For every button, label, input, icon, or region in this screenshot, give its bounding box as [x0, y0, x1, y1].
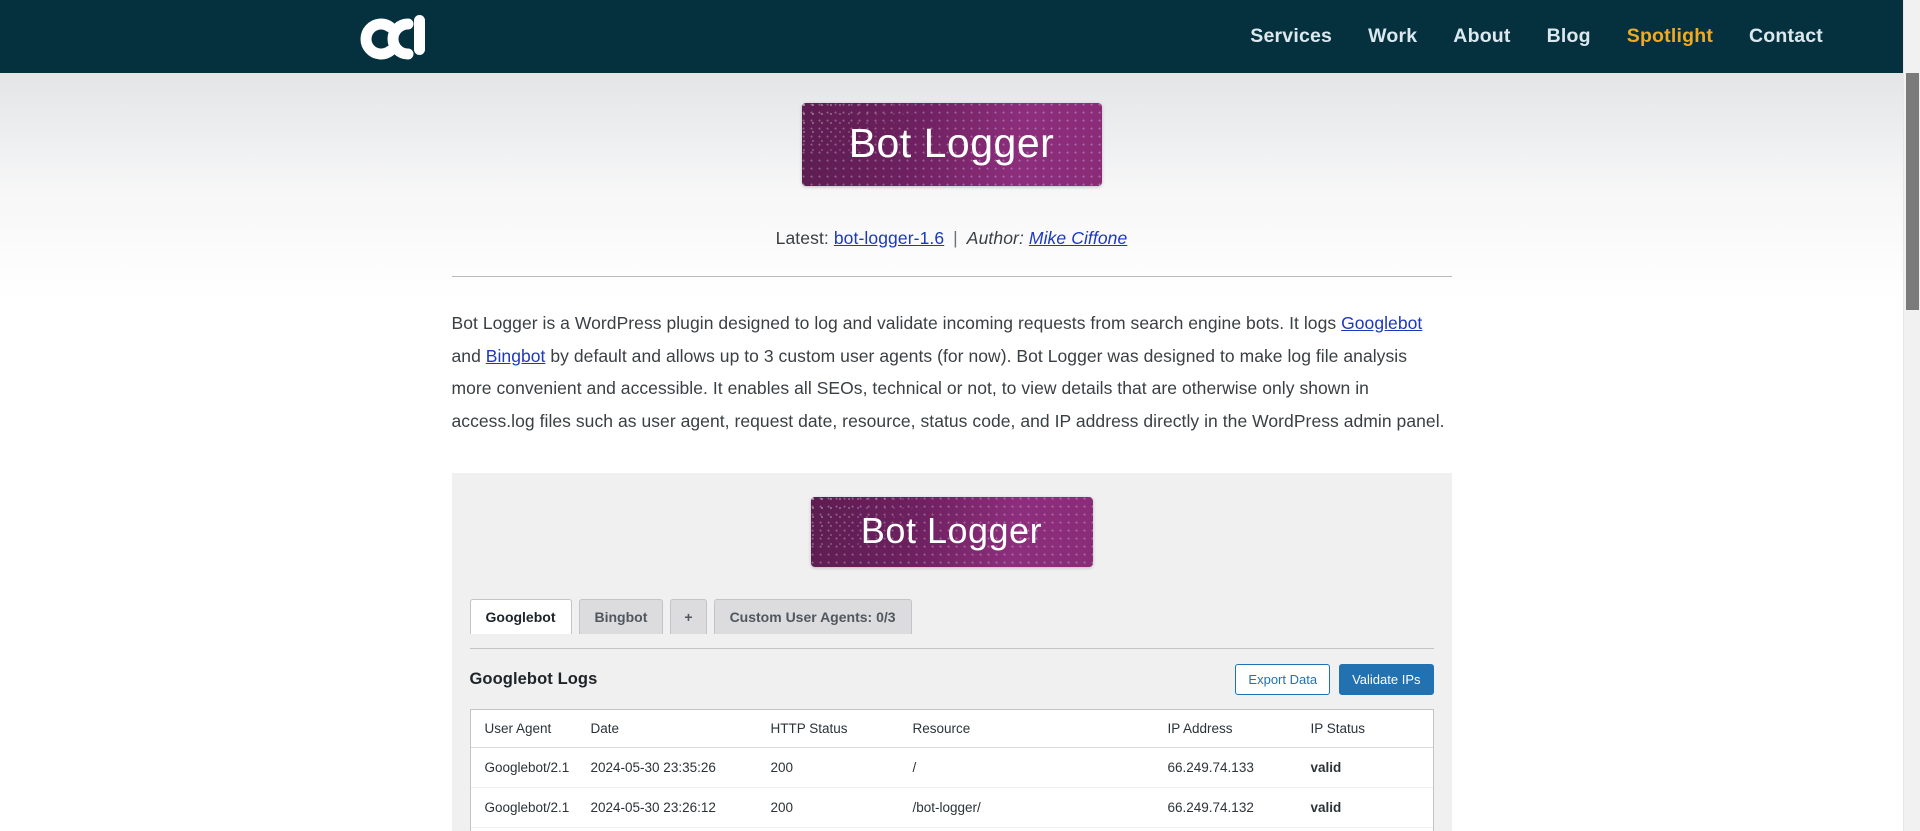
nav-item-contact[interactable]: Contact: [1749, 25, 1823, 48]
nav-item-work[interactable]: Work: [1368, 25, 1417, 48]
main-content: Bot Logger Latest: bot-logger-1.6 | Auth…: [0, 73, 1903, 831]
column-header-resource[interactable]: Resource: [912, 709, 1168, 748]
plugin-tab-bar: Googlebot Bingbot + Custom User Agents: …: [469, 599, 1452, 634]
cell-resource: /bot-logger/: [912, 827, 1168, 831]
cell-ip-status: valid: [1310, 747, 1433, 788]
site-header: Services Work About Blog Spotlight Conta…: [0, 0, 1903, 73]
latest-version-link[interactable]: bot-logger-1.6: [834, 228, 944, 248]
vertical-scrollbar[interactable]: [1903, 0, 1920, 831]
author-label: Author:: [966, 228, 1024, 248]
nav-item-spotlight[interactable]: Spotlight: [1627, 25, 1713, 48]
cell-http-status: 200: [770, 827, 913, 831]
table-row: Googlebot/2.1 2024-05-30 23:26:12 200 /b…: [470, 787, 1433, 828]
bot-logger-title-banner: Bot Logger: [801, 103, 1102, 186]
cell-ip-status: valid: [1310, 827, 1433, 831]
tab-custom-user-agents[interactable]: Custom User Agents: 0/3: [713, 599, 912, 634]
plugin-meta-line: Latest: bot-logger-1.6 | Author: Mike Ci…: [0, 228, 1903, 249]
logs-table-card: User Agent Date HTTP Status Resource IP …: [469, 708, 1434, 831]
tab-googlebot[interactable]: Googlebot: [469, 599, 572, 634]
export-data-button[interactable]: Export Data: [1235, 663, 1331, 695]
cd-monogram-logo[interactable]: [348, 8, 444, 66]
cell-user-agent: Googlebot/2.1: [470, 747, 591, 788]
scrollbar-thumb[interactable]: [1906, 73, 1919, 310]
description-part-3: by default and allows up to 3 custom use…: [451, 345, 1445, 431]
cell-ip-address: 66.249.74.132: [1167, 787, 1311, 828]
cell-ip-address: 66.249.74.133: [1167, 827, 1311, 831]
logs-table: User Agent Date HTTP Status Resource IP …: [470, 709, 1433, 831]
nav-item-services[interactable]: Services: [1250, 25, 1332, 48]
googlebot-link[interactable]: Googlebot: [1341, 313, 1422, 333]
logs-table-body: Googlebot/2.1 2024-05-30 23:35:26 200 / …: [470, 747, 1433, 831]
page-scroll-container: Services Work About Blog Spotlight Conta…: [0, 0, 1903, 831]
logs-table-head: User Agent Date HTTP Status Resource IP …: [470, 709, 1433, 748]
plugin-logo-title: Bot Logger: [860, 510, 1043, 551]
hero-banner-area: Bot Logger: [0, 73, 1903, 186]
cell-resource: /: [912, 747, 1168, 788]
latest-label: Latest:: [775, 228, 829, 248]
plugin-description: Bot Logger is a WordPress plugin designe…: [452, 307, 1452, 437]
table-row: Googlebot/2.1 2024-05-30 23:35:26 200 / …: [470, 747, 1433, 788]
logs-toolbar: Googlebot Logs Export Data Validate IPs: [469, 647, 1434, 695]
panel-banner-area: Bot Logger: [452, 495, 1452, 567]
plugin-logo-banner: Bot Logger: [810, 497, 1093, 567]
cell-user-agent: Googlebot/2.1: [470, 827, 591, 831]
cell-user-agent: Googlebot/2.1: [470, 787, 591, 828]
bingbot-link[interactable]: Bingbot: [486, 346, 546, 366]
main-navigation: Services Work About Blog Spotlight Conta…: [1250, 25, 1823, 48]
validate-ips-button[interactable]: Validate IPs: [1339, 663, 1434, 695]
cell-http-status: 200: [770, 747, 913, 788]
column-header-ip-address[interactable]: IP Address: [1167, 709, 1311, 748]
cell-date: 2024-05-30 22:46:10: [590, 827, 771, 831]
author-link[interactable]: Mike Ciffone: [1029, 228, 1127, 248]
column-header-ip-status[interactable]: IP Status: [1310, 709, 1433, 748]
description-part-1: Bot Logger is a WordPress plugin designe…: [451, 313, 1342, 333]
nav-item-about[interactable]: About: [1453, 25, 1510, 48]
description-part-2: and: [451, 345, 486, 366]
cell-ip-address: 66.249.74.133: [1167, 747, 1311, 788]
page-title: Bot Logger: [848, 120, 1055, 166]
nav-item-blog[interactable]: Blog: [1547, 25, 1591, 48]
tab-add-agent[interactable]: +: [670, 599, 707, 634]
cell-resource: /bot-logger/: [912, 787, 1168, 828]
meta-separator: |: [953, 228, 958, 248]
plugin-screenshot-panel: Bot Logger Googlebot Bingbot + Custom Us…: [451, 473, 1452, 831]
cell-date: 2024-05-30 23:35:26: [590, 747, 771, 788]
tab-bingbot[interactable]: Bingbot: [578, 599, 664, 634]
cell-ip-status: valid: [1310, 787, 1433, 828]
logs-heading: Googlebot Logs: [469, 669, 598, 688]
logs-action-buttons: Export Data Validate IPs: [1235, 663, 1434, 695]
cell-date: 2024-05-30 23:26:12: [590, 787, 771, 828]
column-header-user-agent[interactable]: User Agent: [470, 709, 591, 748]
section-divider: [451, 276, 1452, 277]
table-header-row: User Agent Date HTTP Status Resource IP …: [470, 709, 1433, 748]
column-header-http-status[interactable]: HTTP Status: [770, 709, 913, 748]
cell-http-status: 200: [770, 787, 913, 828]
table-row: Googlebot/2.1 2024-05-30 22:46:10 200 /b…: [470, 827, 1433, 831]
column-header-date[interactable]: Date: [590, 709, 771, 748]
